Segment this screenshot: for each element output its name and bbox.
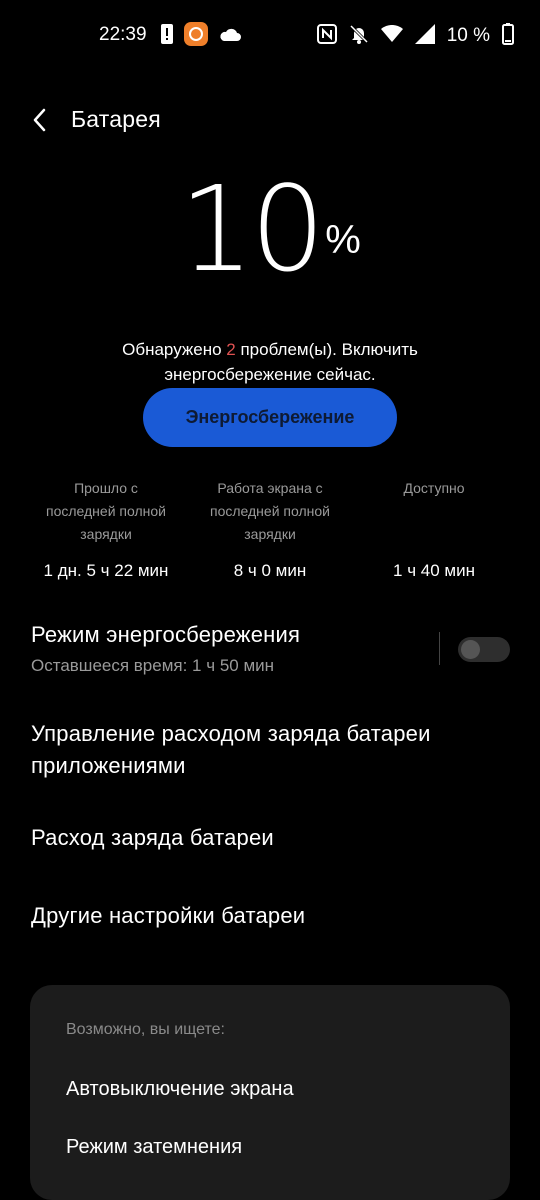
suggestions-card: Возможно, вы ищете: Автовыключение экран… [30, 985, 510, 1200]
power-saving-remaining: Оставшееся время: 1 ч 50 мин [31, 656, 275, 675]
cloud-icon [218, 26, 242, 47]
suggestions-heading: Возможно, вы ищете: [66, 1021, 225, 1038]
battery-usage-item[interactable]: Расход заряда батареи [31, 822, 274, 854]
page-title: Батарея [71, 106, 161, 132]
stat-label: Работа экрана с последней полной зарядки [210, 480, 330, 542]
stat-value: 8 ч 0 мин [233, 561, 307, 580]
battery-percent-text: 10 % [446, 25, 490, 46]
stat-value: 1 ч 40 мин [393, 561, 475, 580]
stat-value: 1 дн. 5 ч 22 мин [43, 561, 169, 580]
problems-notice: Обнаружено 2 проблем(ы). Включить энерго… [0, 337, 540, 387]
nfc-icon [316, 23, 337, 49]
row-divider [439, 632, 440, 665]
suggestion-screen-timeout[interactable]: Автовыключение экрана [66, 1078, 294, 1101]
back-button[interactable] [28, 106, 52, 134]
stat-label: Доступно [403, 480, 465, 496]
wifi-icon [380, 24, 403, 48]
other-battery-settings-item[interactable]: Другие настройки батареи [31, 900, 305, 932]
power-saving-button[interactable]: Энергосбережение [143, 388, 397, 447]
status-right: 10 % [316, 22, 514, 50]
problems-prefix: Обнаружено [122, 340, 227, 359]
app-battery-management-item[interactable]: Управление расходом заряда батареи прило… [31, 718, 501, 782]
bell-off-icon [349, 24, 369, 49]
alert-icon [160, 23, 174, 49]
battery-percent-value: 10 [179, 160, 325, 298]
stat-available: Доступно 1 ч 40 мин [349, 477, 519, 581]
power-saving-toggle[interactable] [458, 637, 510, 662]
signal-icon [414, 23, 435, 49]
suggestion-dark-mode[interactable]: Режим затемнения [66, 1136, 242, 1159]
stat-screen-time: Работа экрана с последней полной зарядки… [185, 477, 355, 581]
toggle-knob [461, 640, 480, 659]
back-arrow-icon [33, 108, 46, 132]
problems-suffix: проблем(ы). Включить [235, 340, 418, 359]
stat-since-charge: Прошло с последней полной зарядки 1 дн. … [21, 477, 191, 581]
battery-level: 10% [0, 170, 540, 288]
stat-label: Прошло с последней полной зарядки [46, 480, 166, 542]
battery-icon [502, 22, 514, 50]
battery-percent-unit: % [325, 218, 361, 262]
problems-count: 2 [226, 340, 236, 359]
power-saving-mode-title[interactable]: Режим энергосбережения [31, 619, 300, 651]
status-time: 22:39 [99, 24, 147, 45]
status-left-icons [160, 21, 242, 51]
problems-line-2: энергосбережение сейчас. [164, 365, 376, 384]
problems-line-1: Обнаружено 2 проблем(ы). Включить [0, 337, 540, 362]
app-notification-icon [184, 21, 208, 51]
